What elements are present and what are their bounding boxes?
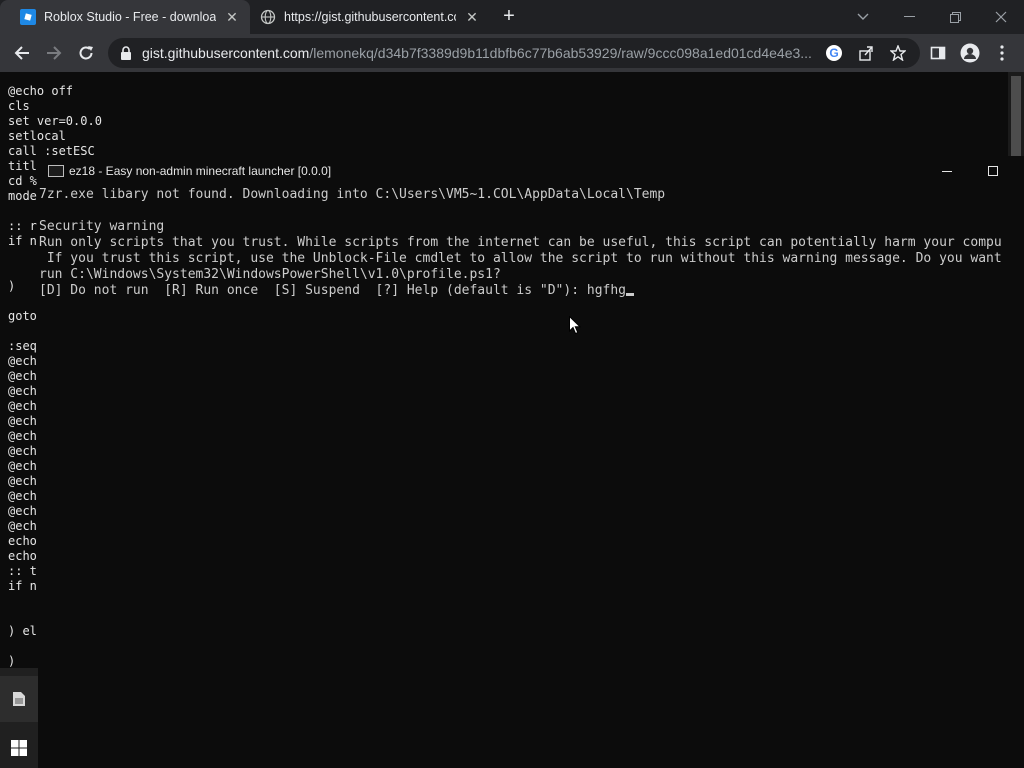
minimize-icon	[942, 170, 952, 172]
roblox-studio-icon	[20, 9, 36, 25]
console-line: If you trust this script, use the Unbloc…	[39, 251, 1002, 266]
tab-title: https://gist.githubusercontent.co	[284, 10, 456, 24]
minimize-button[interactable]	[886, 0, 932, 34]
share-icon[interactable]	[852, 39, 880, 67]
new-tab-button[interactable]: +	[498, 5, 520, 27]
lock-icon[interactable]	[118, 45, 134, 61]
console-window[interactable]: ez18 - Easy non-admin minecraft launcher…	[38, 156, 1024, 768]
side-panel-icon[interactable]	[924, 39, 952, 67]
console-minimize-button[interactable]	[924, 156, 970, 186]
console-line: 7zr.exe libary not found. Downloading in…	[39, 187, 666, 202]
code-line: cls	[8, 99, 30, 113]
restore-button[interactable]	[932, 0, 978, 34]
taskbar	[0, 668, 38, 768]
profile-avatar-icon[interactable]	[956, 39, 984, 67]
scrollbar-thumb[interactable]	[1011, 76, 1021, 156]
close-window-button[interactable]	[978, 0, 1024, 34]
tab-gist[interactable]: https://gist.githubusercontent.co ✕	[240, 0, 490, 34]
windows-start-icon[interactable]	[0, 728, 38, 768]
reload-icon[interactable]	[72, 39, 100, 67]
maximize-icon	[988, 166, 998, 176]
svg-text:G: G	[829, 46, 838, 60]
back-arrow-icon[interactable]	[8, 39, 36, 67]
console-title: ez18 - Easy non-admin minecraft launcher…	[69, 164, 332, 178]
tab-roblox-studio[interactable]: Roblox Studio - Free - download ✕	[0, 0, 250, 34]
code-line: @echo off	[8, 84, 74, 98]
mouse-pointer-icon	[569, 315, 582, 340]
tab-title: Roblox Studio - Free - download	[44, 10, 216, 24]
globe-icon	[260, 9, 276, 25]
more-menu-icon[interactable]	[988, 39, 1016, 67]
console-prompt-line[interactable]: [D] Do not run [R] Run once [S] Suspend …	[39, 283, 634, 299]
url-text: gist.githubusercontent.com/lemonekq/d34b…	[142, 45, 822, 61]
console-app-icon	[48, 165, 64, 177]
close-tab-icon[interactable]: ✕	[224, 9, 240, 26]
browser-tab-strip: Roblox Studio - Free - download ✕ https:…	[0, 0, 1024, 34]
console-line: run C:\Windows\System32\WindowsPowerShel…	[39, 267, 501, 282]
console-title-bar[interactable]: ez18 - Easy non-admin minecraft launcher…	[38, 156, 1024, 186]
console-line: Security warning	[39, 219, 165, 234]
google-icon[interactable]: G	[820, 39, 848, 67]
browser-toolbar: gist.githubusercontent.com/lemonekq/d34b…	[0, 34, 1024, 72]
close-tab-icon[interactable]: ✕	[464, 9, 480, 26]
url-path: /lemonekq/d34b7f3389d9b11dbfb6c77b6ab539…	[309, 45, 812, 61]
address-bar[interactable]: gist.githubusercontent.com/lemonekq/d34b…	[108, 38, 920, 68]
bookmark-star-icon[interactable]	[884, 39, 912, 67]
text-cursor	[626, 293, 634, 296]
url-host: gist.githubusercontent.com	[142, 45, 310, 61]
forward-arrow-icon[interactable]	[40, 39, 68, 67]
console-prompt-text: [D] Do not run [R] Run once [S] Suspend …	[39, 283, 626, 298]
chevron-down-icon[interactable]	[840, 0, 886, 34]
code-line: setlocal	[8, 129, 66, 143]
code-line: set ver=0.0.0	[8, 114, 102, 128]
taskbar-document-icon[interactable]	[0, 676, 38, 722]
console-maximize-button[interactable]	[970, 156, 1016, 186]
console-line: Run only scripts that you trust. While s…	[39, 235, 1002, 250]
console-output[interactable]: 7zr.exe libary not found. Downloading in…	[39, 187, 1024, 767]
